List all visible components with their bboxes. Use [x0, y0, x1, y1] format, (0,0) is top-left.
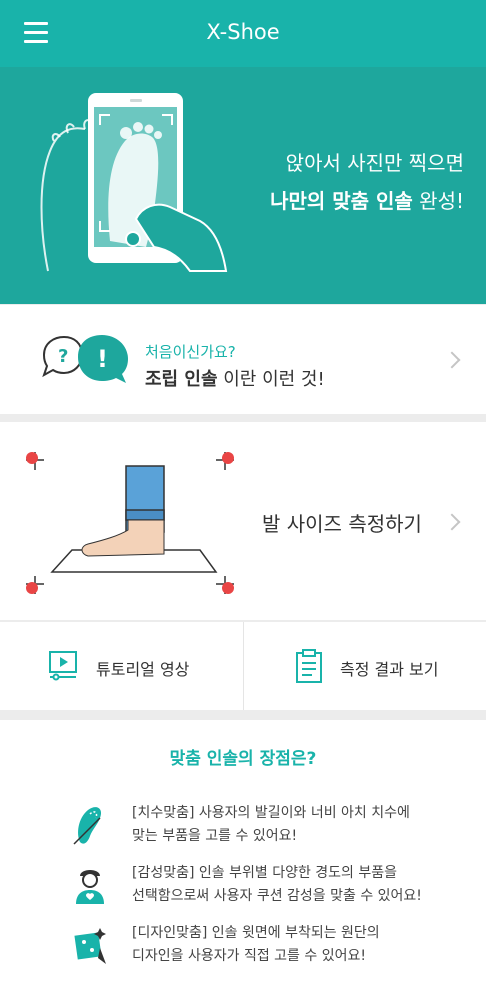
- clipboard-icon: [296, 649, 322, 683]
- intro-highlight: 조립 인솔: [145, 369, 218, 390]
- benefits-title: 맞춤 인솔의 장점은?: [169, 749, 317, 769]
- benefit-line: [치수맞춤] 사용자의 발길이와 너비 아치 치수에: [132, 805, 410, 821]
- app-title: X-Shoe: [206, 20, 280, 44]
- benefit-text: [디자인맞춤] 인솔 윗면에 부착되는 원단의 디자인을 사용자가 직접 고를 …: [132, 922, 472, 968]
- intro-card[interactable]: ? ! 처음이신가요? 조립 인솔 이란 이런 것!: [0, 305, 486, 414]
- speech-bubbles-icon: ? !: [42, 335, 128, 383]
- foot-measure-illustration: [26, 452, 234, 594]
- app-header: X-Shoe: [0, 0, 486, 67]
- benefits-section: 맞춤 인솔의 장점은? [치수맞춤] 사용자의 발길이와 너비 아치 치수에 맞…: [0, 720, 486, 1000]
- fabric-design-icon: [74, 928, 106, 964]
- benefit-text: [감성맞춤] 인솔 부위별 다양한 경도의 부품을 선택함으로써 사용자 쿠션 …: [132, 862, 472, 908]
- benefit-line: [디자인맞춤] 인솔 윗면에 부착되는 원단의: [132, 925, 380, 941]
- intro-main-rest: 이란 이런 것!: [223, 369, 325, 390]
- video-play-icon: [49, 651, 77, 681]
- view-results-button[interactable]: 측정 결과 보기: [244, 622, 486, 710]
- benefit-line: 선택함으로써 사용자 쿠션 감성을 맞출 수 있어요!: [132, 888, 422, 904]
- view-results-label: 측정 결과 보기: [340, 660, 439, 679]
- tutorial-video-label: 튜토리얼 영상: [96, 660, 190, 679]
- action-row: 튜토리얼 영상 측정 결과 보기: [0, 622, 486, 710]
- bubble-exclaim-glyph: !: [97, 345, 108, 373]
- hero-banner: 앉아서 사진만 찍으면 나만의 맞춤 인솔 완성!: [0, 67, 486, 304]
- tutorial-video-button[interactable]: 튜토리얼 영상: [0, 622, 242, 710]
- chevron-right-icon: [443, 351, 461, 369]
- intro-question: 처음이신가요?: [145, 343, 236, 361]
- benefit-text: [치수맞춤] 사용자의 발길이와 너비 아치 치수에 맞는 부품을 고를 수 있…: [132, 802, 472, 848]
- phone-foot-illustration: [40, 93, 228, 272]
- measure-label: 발 사이즈 측정하기: [262, 512, 422, 536]
- person-heart-icon: [76, 870, 104, 904]
- insole-size-icon: [73, 807, 102, 845]
- chevron-right-icon: [443, 513, 461, 531]
- benefit-line: [감성맞춤] 인솔 부위별 다양한 경도의 부품을: [132, 865, 398, 881]
- hero-highlight: 나만의 맞춤 인솔: [270, 189, 413, 213]
- intro-main-text: 조립 인솔 이란 이런 것!: [145, 365, 325, 391]
- hero-headline-2-rest: 완성!: [412, 189, 464, 213]
- benefit-line: 맞는 부품을 고를 수 있어요!: [132, 828, 298, 844]
- bubble-question-glyph: ?: [58, 346, 68, 367]
- hero-headline-1: 앉아서 사진만 찍으면: [285, 151, 464, 175]
- hero-headline-2: 나만의 맞춤 인솔 완성!: [270, 185, 464, 214]
- benefit-line: 디자인을 사용자가 직접 고를 수 있어요!: [132, 948, 366, 964]
- measure-card[interactable]: 발 사이즈 측정하기: [0, 422, 486, 620]
